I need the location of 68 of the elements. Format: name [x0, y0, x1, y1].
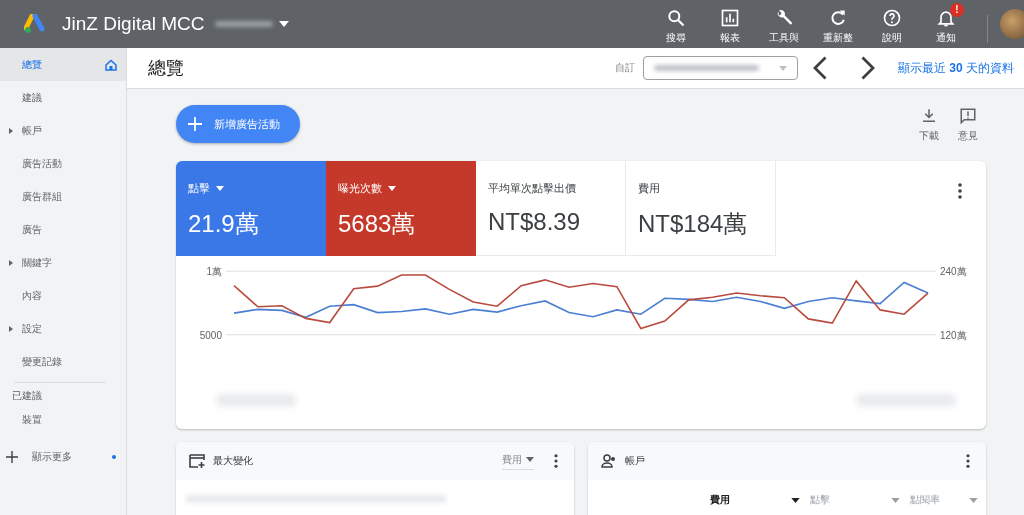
- dropdown-arrow-icon: [891, 497, 900, 503]
- help-icon: [882, 8, 902, 28]
- more-icon[interactable]: [958, 183, 962, 199]
- toolbar-button[interactable]: 搜尋: [652, 3, 700, 45]
- more-icon[interactable]: [966, 454, 970, 468]
- card-title: 帳戶: [625, 454, 645, 468]
- sidebar-item[interactable]: 廣告: [0, 213, 126, 246]
- tool-button[interactable]: 意見: [950, 107, 986, 143]
- sidebar-item[interactable]: 總覽: [0, 48, 126, 81]
- sidebar-item[interactable]: 廣告群組: [0, 180, 126, 213]
- show-more-button[interactable]: 顯示更多: [0, 436, 126, 464]
- show-recent-link[interactable]: 顯示最近 30 天的資料: [897, 59, 1014, 77]
- metric-dropdown[interactable]: 費用: [502, 452, 534, 470]
- dropdown-arrow-icon: [216, 186, 224, 191]
- metric-tile[interactable]: 點擊 21.9萬: [176, 161, 326, 256]
- axis-label: 1萬: [206, 266, 222, 278]
- sidebar-item[interactable]: 廣告活動: [0, 147, 126, 180]
- bell-icon: [936, 8, 956, 28]
- toolbar-button[interactable]: 通知 !: [922, 3, 970, 45]
- dropdown-arrow-icon: [778, 65, 787, 71]
- plus-icon: [6, 451, 18, 463]
- expand-arrow-icon: [9, 325, 13, 332]
- card-title: 最大變化: [213, 454, 253, 468]
- account-name: JinZ Digital MCC: [62, 13, 205, 35]
- toolbar-button[interactable]: 重新整: [814, 3, 862, 45]
- sidebar-item[interactable]: 關鍵字: [0, 246, 126, 279]
- blurred-account-id: [214, 21, 273, 27]
- dropdown-arrow-icon: [969, 497, 978, 503]
- sidebar-item[interactable]: 裝置: [0, 403, 126, 436]
- tool-button[interactable]: 下載: [911, 107, 947, 143]
- toolbar-button[interactable]: 工具與: [760, 3, 808, 45]
- date-range-field[interactable]: [642, 56, 798, 80]
- dropdown-arrow-icon: [526, 457, 534, 462]
- expand-arrow-icon: [9, 127, 13, 134]
- dropdown-arrow-icon[interactable]: [278, 21, 289, 27]
- search-icon: [666, 8, 686, 28]
- sidebar-item[interactable]: 內容: [0, 279, 126, 312]
- plus-icon: [188, 117, 202, 131]
- people-icon: [601, 454, 617, 468]
- sidebar-item[interactable]: 建議: [0, 81, 126, 114]
- metric-tile[interactable]: 平均單次點擊出價 NT$8.39: [476, 161, 626, 256]
- status-dot: [112, 455, 116, 459]
- axis-label: 120萬: [940, 329, 967, 341]
- dropdown-arrow-icon: [791, 497, 800, 503]
- more-icon[interactable]: [554, 454, 558, 468]
- window-plus-icon: [189, 454, 205, 468]
- section-label: 已建議: [11, 389, 43, 403]
- toolbar-button[interactable]: 說明: [868, 3, 916, 45]
- sidebar-item[interactable]: 變更記錄: [0, 345, 126, 378]
- expand-arrow-icon: [9, 259, 13, 266]
- axis-label: 5000: [199, 329, 222, 341]
- axis-label: 240萬: [940, 266, 967, 278]
- notification-badge: !: [950, 3, 964, 17]
- sidebar-item[interactable]: 帳戶: [0, 114, 126, 147]
- metric-tile[interactable]: 曝光次數 5683萬: [326, 161, 476, 256]
- home-icon: [105, 58, 117, 71]
- new-campaign-button[interactable]: 新增廣告活動: [176, 105, 300, 143]
- sidebar-item[interactable]: 設定: [0, 312, 126, 345]
- column-selector[interactable]: 費用: [710, 490, 800, 510]
- metric-tile[interactable]: 費用 NT$184萬: [626, 161, 776, 256]
- download-icon: [920, 107, 938, 125]
- logo-icon: [24, 14, 46, 34]
- date-label: 自訂: [614, 61, 635, 75]
- feedback-icon: [959, 107, 977, 125]
- toolbar-button[interactable]: 報表: [706, 3, 754, 45]
- bar-chart-icon: [720, 8, 740, 28]
- dropdown-arrow-icon: [388, 186, 396, 191]
- page-title: 總覽: [148, 57, 184, 80]
